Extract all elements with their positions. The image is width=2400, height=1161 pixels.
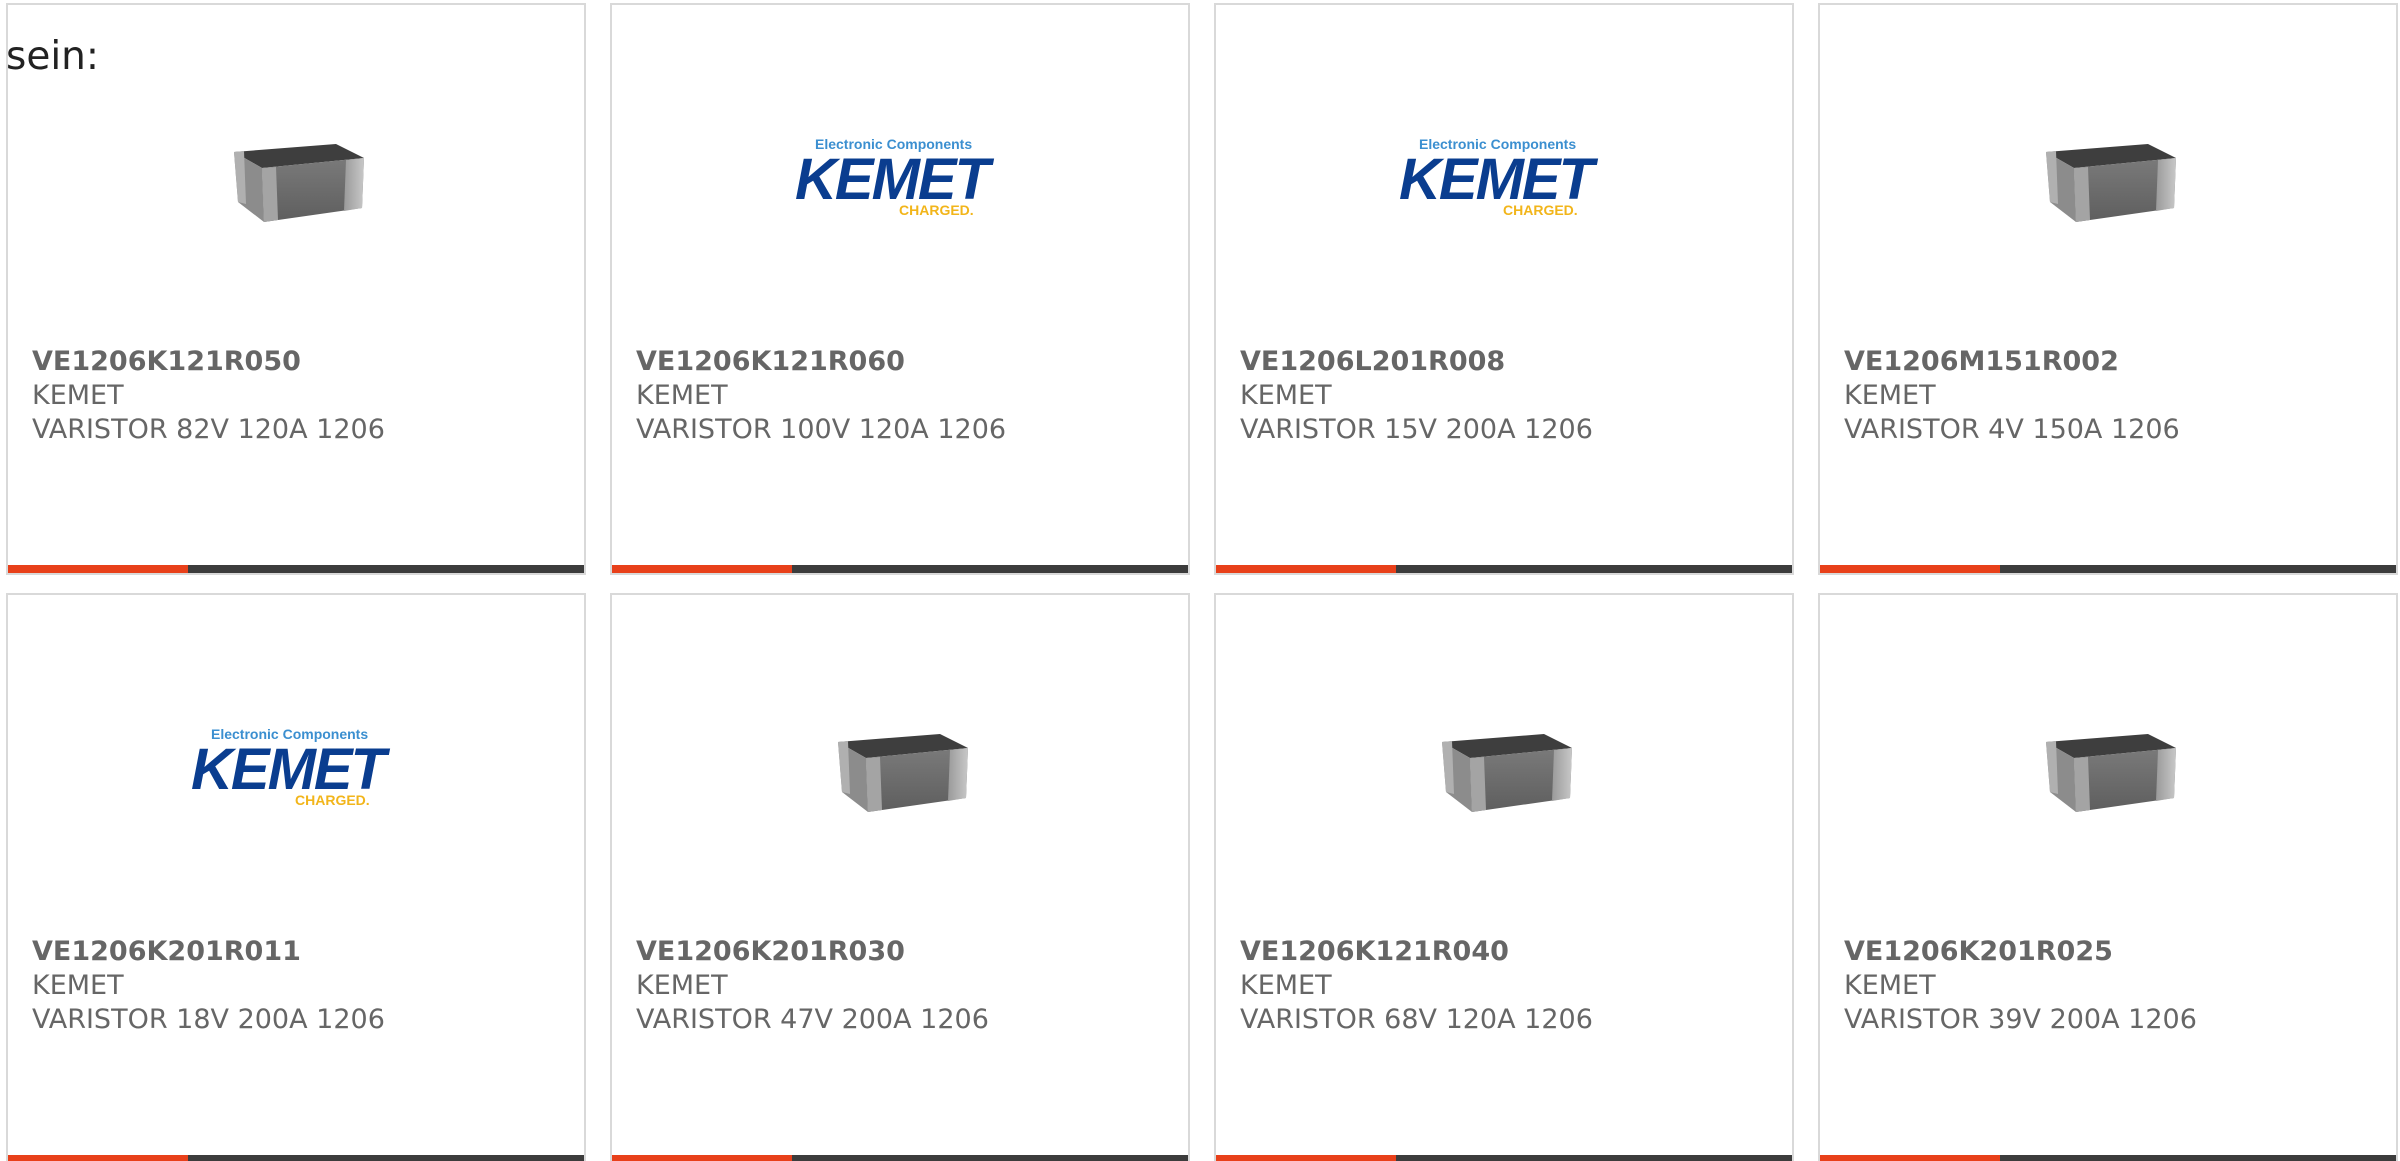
card-accent-bar [1820,565,2000,573]
card-bottom-bar [1820,565,2396,573]
chip-component-icon [216,130,376,230]
kemet-logo: Electronic Components KEMET CHARGED. [795,136,1005,224]
description: VARISTOR 18V 200A 1206 [32,1004,385,1035]
card-bottom-bar [612,565,1188,573]
product-info: VE1206K121R040 KEMET VARISTOR 68V 120A 1… [1240,935,1772,1037]
card-accent-bar [1216,565,1396,573]
description: VARISTOR 4V 150A 1206 [1844,414,2180,445]
product-image [612,695,1188,845]
card-bottom-bar [1216,1155,1792,1161]
product-image [1820,695,2396,845]
product-card[interactable]: VE1206K201R030 KEMET VARISTOR 47V 200A 1… [610,593,1190,1161]
product-info: VE1206K201R011 KEMET VARISTOR 18V 200A 1… [32,935,564,1037]
description: VARISTOR 15V 200A 1206 [1240,414,1593,445]
product-card[interactable]: VE1206K121R040 KEMET VARISTOR 68V 120A 1… [1214,593,1794,1161]
part-number[interactable]: VE1206M151R002 [1844,345,2376,379]
card-accent-bar [612,565,792,573]
part-number[interactable]: VE1206K121R040 [1240,935,1772,969]
product-image [1216,695,1792,845]
product-grid: VE1206K121R050 KEMET VARISTOR 82V 120A 1… [6,3,2398,1161]
manufacturer: KEMET [1844,970,1936,1001]
product-card[interactable]: Electronic Components KEMET CHARGED. VE1… [1214,3,1794,575]
logo-charged: CHARGED. [899,202,974,218]
logo-charged: CHARGED. [1503,202,1578,218]
product-card[interactable]: Electronic Components KEMET CHARGED. VE1… [6,593,586,1161]
manufacturer: KEMET [1240,380,1332,411]
product-card[interactable]: VE1206M151R002 KEMET VARISTOR 4V 150A 12… [1818,3,2398,575]
chip-component-icon [2028,130,2188,230]
manufacturer: KEMET [1844,380,1936,411]
part-number[interactable]: VE1206K201R030 [636,935,1168,969]
intro-text: sein: [6,34,100,79]
product-info: VE1206K201R025 KEMET VARISTOR 39V 200A 1… [1844,935,2376,1037]
manufacturer: KEMET [32,970,124,1001]
card-accent-bar [8,565,188,573]
part-number[interactable]: VE1206K201R025 [1844,935,2376,969]
product-image: Electronic Components KEMET CHARGED. [1216,105,1792,255]
description: VARISTOR 47V 200A 1206 [636,1004,989,1035]
part-number[interactable]: VE1206K121R060 [636,345,1168,379]
logo-charged: CHARGED. [295,792,370,808]
chip-component-icon [1424,720,1584,820]
chip-component-icon [2028,720,2188,820]
card-accent-bar [8,1155,188,1161]
part-number[interactable]: VE1206K121R050 [32,345,564,379]
card-bottom-bar [8,565,584,573]
manufacturer: KEMET [636,380,728,411]
description: VARISTOR 68V 120A 1206 [1240,1004,1593,1035]
product-info: VE1206K121R060 KEMET VARISTOR 100V 120A … [636,345,1168,447]
kemet-logo: Electronic Components KEMET CHARGED. [1399,136,1609,224]
card-bottom-bar [1216,565,1792,573]
product-info: VE1206K121R050 KEMET VARISTOR 82V 120A 1… [32,345,564,447]
chip-component-icon [820,720,980,820]
description: VARISTOR 100V 120A 1206 [636,414,1007,445]
card-accent-bar [1820,1155,2000,1161]
card-bottom-bar [8,1155,584,1161]
product-image [8,105,584,255]
product-image [1820,105,2396,255]
part-number[interactable]: VE1206L201R008 [1240,345,1772,379]
description: VARISTOR 82V 120A 1206 [32,414,385,445]
card-bottom-bar [1820,1155,2396,1161]
manufacturer: KEMET [636,970,728,1001]
product-card[interactable]: VE1206K121R050 KEMET VARISTOR 82V 120A 1… [6,3,586,575]
product-card[interactable]: Electronic Components KEMET CHARGED. VE1… [610,3,1190,575]
description: VARISTOR 39V 200A 1206 [1844,1004,2197,1035]
manufacturer: KEMET [32,380,124,411]
product-info: VE1206L201R008 KEMET VARISTOR 15V 200A 1… [1240,345,1772,447]
manufacturer: KEMET [1240,970,1332,1001]
product-info: VE1206M151R002 KEMET VARISTOR 4V 150A 12… [1844,345,2376,447]
kemet-logo: Electronic Components KEMET CHARGED. [191,726,401,814]
product-card[interactable]: VE1206K201R025 KEMET VARISTOR 39V 200A 1… [1818,593,2398,1161]
card-accent-bar [1216,1155,1396,1161]
product-image: Electronic Components KEMET CHARGED. [8,695,584,845]
card-bottom-bar [612,1155,1188,1161]
product-image: Electronic Components KEMET CHARGED. [612,105,1188,255]
part-number[interactable]: VE1206K201R011 [32,935,564,969]
card-accent-bar [612,1155,792,1161]
product-info: VE1206K201R030 KEMET VARISTOR 47V 200A 1… [636,935,1168,1037]
